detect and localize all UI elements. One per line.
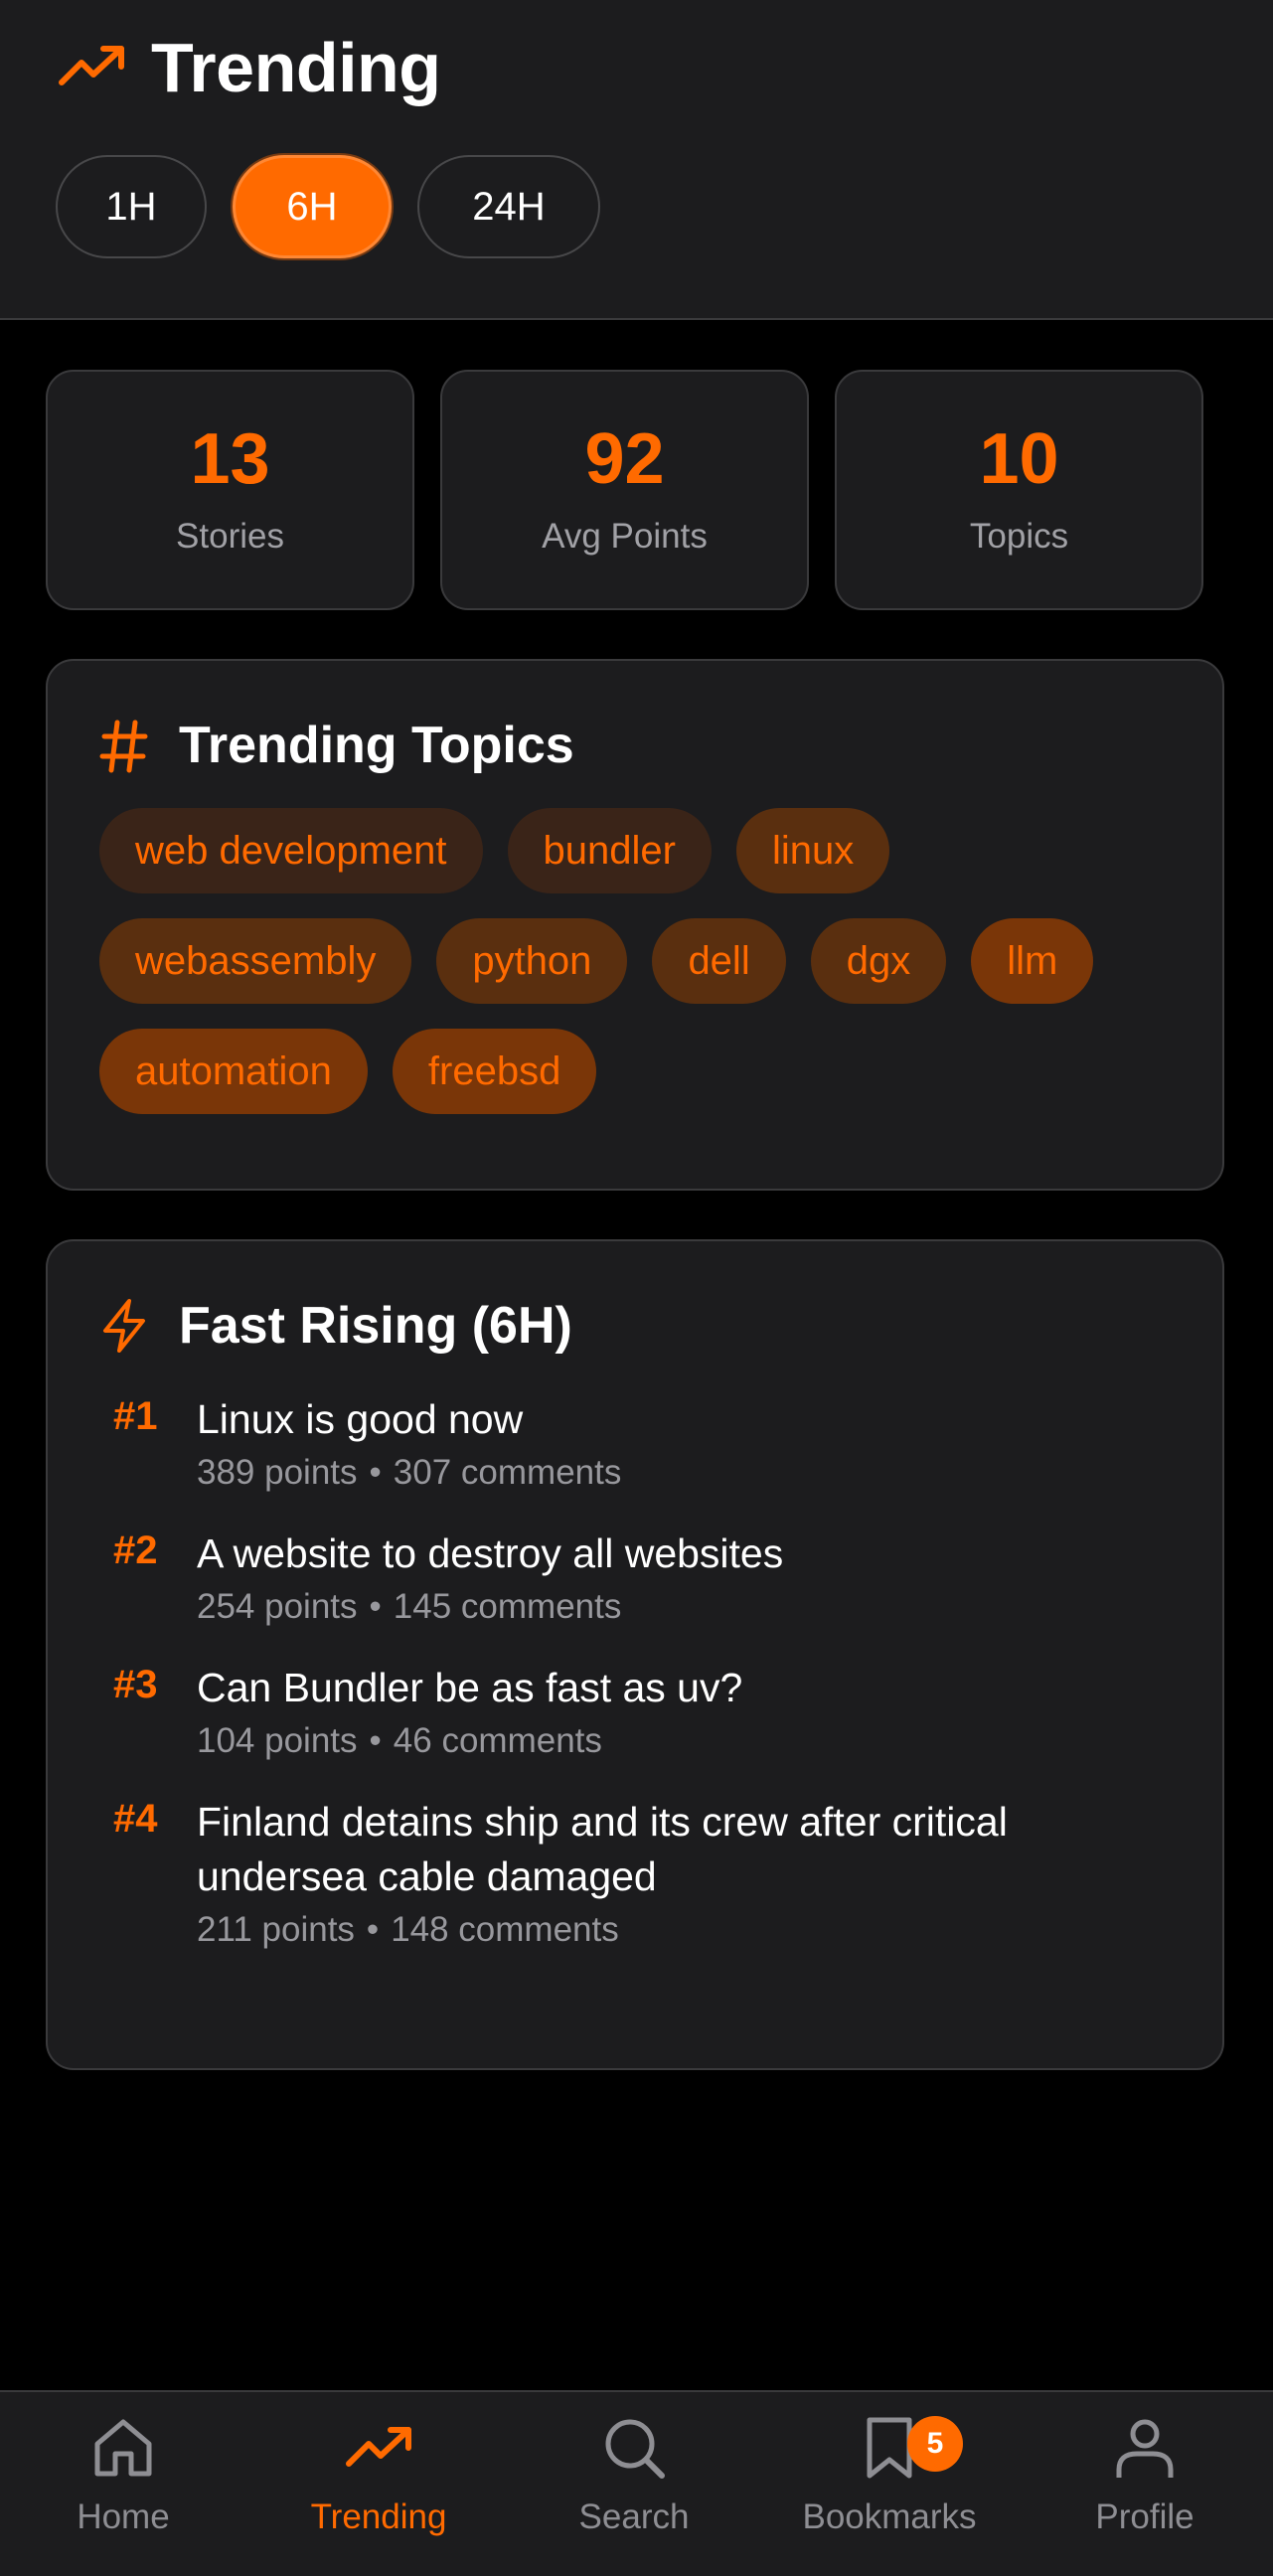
card-title: Trending Topics (179, 717, 574, 774)
bookmarks-count-badge: 5 (907, 2416, 963, 2472)
bottom-tab-bar: Home Trending Search 5 Bookmarks Profile (0, 2390, 1273, 2576)
hash-icon (99, 720, 148, 773)
tab-label: Trending (310, 2497, 447, 2536)
story-item[interactable]: #1 Linux is good now 389 points • 307 comm… (99, 1392, 1222, 1493)
lightning-icon (103, 1299, 145, 1353)
story-list: #1 Linux is good now 389 points • 307 comm… (99, 1392, 1222, 1950)
range-24h-button[interactable]: 24H (417, 155, 600, 258)
story-title[interactable]: Linux is good now (197, 1392, 1181, 1447)
trending-topics-card: Trending Topics web development bundler … (46, 659, 1224, 1191)
story-title[interactable]: Can Bundler be as fast as uv? (197, 1661, 1181, 1715)
story-body: Linux is good now 389 points • 307 comment… (197, 1392, 1181, 1493)
stat-value: 92 (584, 419, 665, 499)
tab-trending[interactable]: Trending (269, 2412, 488, 2561)
tab-search[interactable]: Search (525, 2412, 743, 2561)
separator-dot: • (369, 1721, 382, 1760)
story-comments[interactable]: 148 comments (391, 1910, 619, 1949)
stat-value: 10 (979, 419, 1059, 499)
stat-label: Stories (176, 517, 284, 556)
stats-row: 13 Stories 92 Avg Points 10 Topics (46, 370, 1203, 610)
story-meta: 104 points • 46 comments (197, 1721, 1181, 1761)
topic-chip-list: web development bundler linux webassembl… (99, 808, 1193, 1114)
topic-chip[interactable]: automation (99, 1029, 368, 1114)
stat-card-stories: 13 Stories (46, 370, 414, 610)
tab-label: Bookmarks (802, 2497, 977, 2536)
story-points: 254 points (197, 1587, 358, 1626)
card-title: Fast Rising (6H) (179, 1297, 572, 1355)
home-icon (94, 2419, 152, 2477)
story-rank: #4 (113, 1797, 158, 1841)
story-item[interactable]: #4 Finland detains ship and its crew aft… (99, 1795, 1222, 1950)
topic-chip[interactable]: web development (99, 808, 483, 893)
story-comments[interactable]: 46 comments (394, 1721, 602, 1760)
story-title[interactable]: Finland detains ship and its crew after … (197, 1795, 1181, 1904)
story-body: Finland detains ship and its crew after … (197, 1795, 1181, 1950)
tab-home[interactable]: Home (14, 2412, 233, 2561)
story-rank: #1 (113, 1394, 158, 1438)
topic-chip[interactable]: bundler (507, 808, 712, 893)
story-item[interactable]: #2 A website to destroy all websites 254… (99, 1527, 1222, 1627)
tab-label: Profile (1095, 2497, 1194, 2536)
tab-label: Home (77, 2497, 170, 2536)
card-header: Trending Topics (99, 711, 1222, 780)
stat-label: Topics (969, 517, 1069, 556)
story-points: 389 points (197, 1453, 358, 1492)
story-comments[interactable]: 307 comments (394, 1453, 622, 1492)
story-points: 211 points (197, 1910, 355, 1949)
header: Trending 1H 6H 24H (0, 0, 1273, 320)
separator-dot: • (366, 1910, 380, 1949)
search-icon (605, 2419, 665, 2479)
card-header: Fast Rising (6H) (99, 1291, 1222, 1361)
stat-card-avg-points: 92 Avg Points (440, 370, 809, 610)
range-6h-button[interactable]: 6H (233, 155, 392, 258)
page-title: Trending (151, 29, 441, 106)
topic-chip[interactable]: dell (652, 918, 786, 1004)
time-range-selector: 1H 6H 24H (56, 155, 600, 258)
story-title[interactable]: A website to destroy all websites (197, 1527, 1181, 1581)
separator-dot: • (369, 1587, 382, 1626)
trending-icon (59, 46, 124, 85)
topic-chip[interactable]: llm (971, 918, 1094, 1004)
story-comments[interactable]: 145 comments (394, 1587, 622, 1626)
story-item[interactable]: #3 Can Bundler be as fast as uv? 104 poi… (99, 1661, 1222, 1761)
story-meta: 254 points • 145 comments (197, 1587, 1181, 1627)
story-meta: 211 points • 148 comments (197, 1910, 1181, 1950)
topic-chip[interactable]: freebsd (392, 1029, 597, 1114)
stat-value: 13 (190, 419, 270, 499)
topic-chip[interactable]: dgx (810, 918, 947, 1004)
tab-profile[interactable]: Profile (1035, 2412, 1254, 2561)
fast-rising-card: Fast Rising (6H) #1 Linux is good now 38… (46, 1239, 1224, 2070)
stat-label: Avg Points (542, 517, 708, 556)
story-points: 104 points (197, 1721, 358, 1760)
story-body: Can Bundler be as fast as uv? 104 points… (197, 1661, 1181, 1761)
trending-screen: Trending 1H 6H 24H 13 Stories 92 Avg Poi… (0, 0, 1273, 2576)
range-1h-button[interactable]: 1H (56, 155, 207, 258)
story-rank: #2 (113, 1529, 158, 1572)
story-body: A website to destroy all websites 254 po… (197, 1527, 1181, 1627)
title-row: Trending (58, 22, 441, 113)
story-rank: #3 (113, 1663, 158, 1706)
tab-bookmarks[interactable]: 5 Bookmarks (780, 2412, 999, 2561)
separator-dot: • (369, 1453, 382, 1492)
topic-chip[interactable]: linux (735, 808, 890, 893)
topic-chip[interactable]: webassembly (99, 918, 412, 1004)
stat-card-topics: 10 Topics (835, 370, 1203, 610)
tab-label: Search (578, 2497, 690, 2536)
profile-icon (1116, 2419, 1174, 2478)
story-meta: 389 points • 307 comments (197, 1453, 1181, 1493)
topic-chip[interactable]: python (436, 918, 628, 1004)
trending-icon (346, 2427, 411, 2467)
